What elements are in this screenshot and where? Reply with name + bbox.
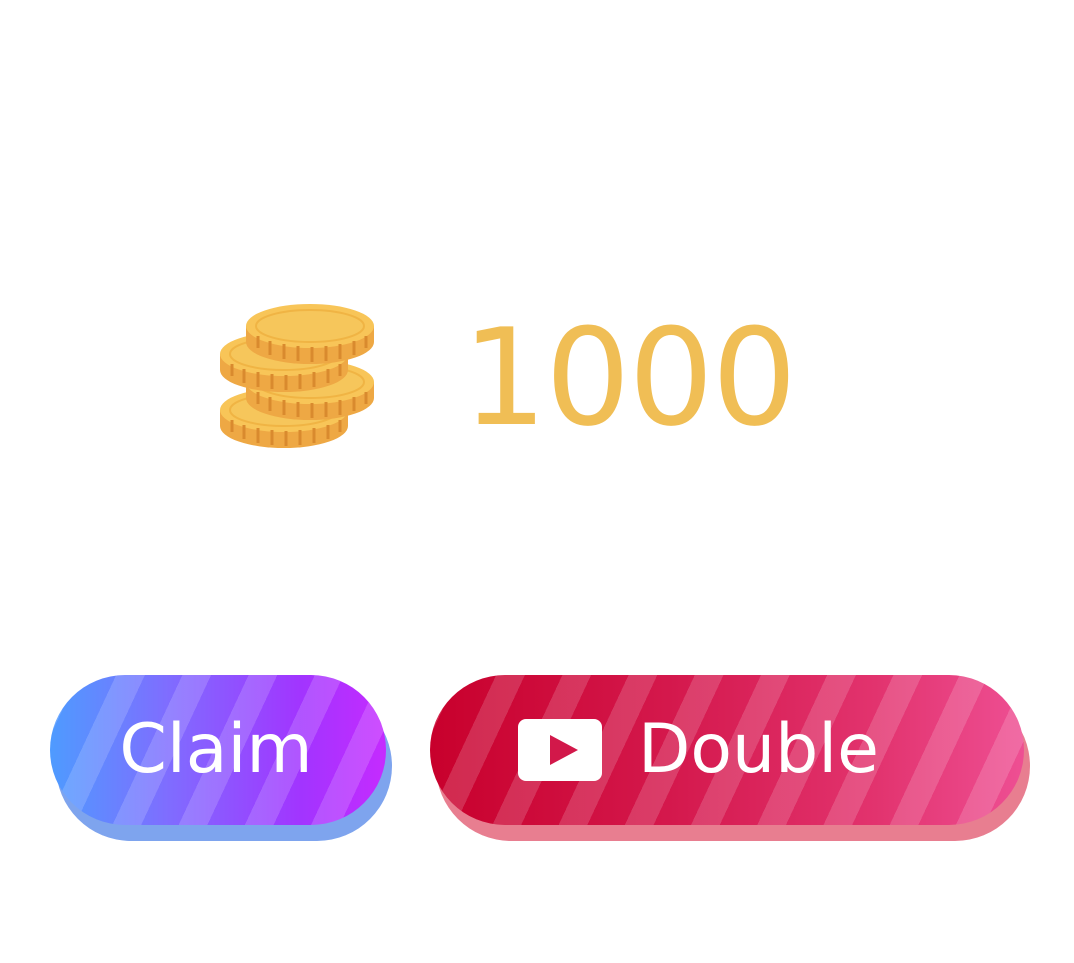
reward-display: 1000 bbox=[218, 296, 797, 456]
claim-button-label: Claim bbox=[119, 710, 313, 789]
double-button-label: Double bbox=[638, 710, 879, 789]
double-button[interactable]: Double bbox=[430, 675, 1030, 841]
video-play-icon bbox=[518, 719, 602, 781]
claim-button[interactable]: Claim bbox=[50, 675, 392, 841]
reward-amount: 1000 bbox=[462, 300, 797, 456]
coin-stack-icon bbox=[220, 304, 374, 448]
